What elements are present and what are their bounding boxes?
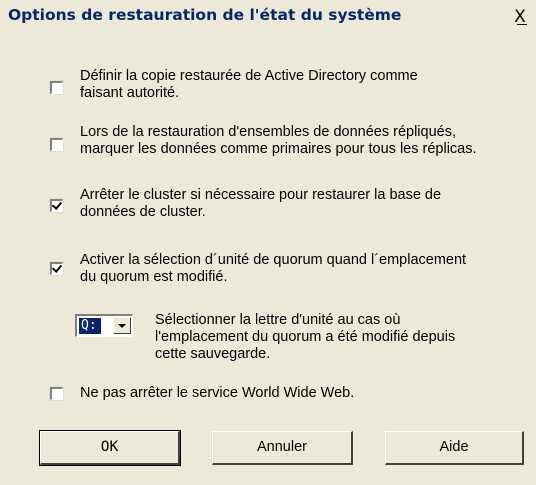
checkbox-quorum-drive-selection[interactable] <box>50 262 63 275</box>
quorum-drive-select[interactable]: Q: <box>75 314 133 337</box>
close-button[interactable]: X <box>508 7 532 27</box>
label-line: Définir la copie restaurée de Active Dir… <box>80 68 418 84</box>
label-line: faisant autorité. <box>80 85 180 101</box>
quorum-drive-value: Q: <box>79 318 101 334</box>
checkbox-authoritative-restore[interactable] <box>50 81 63 94</box>
label-line: du quorum est modifié. <box>80 269 228 285</box>
restore-options-dialog: Options de restauration de l'état du sys… <box>0 0 536 485</box>
cancel-button[interactable]: Annuler <box>212 431 353 465</box>
option-mark-primary-replicas-label: Lors de la restauration d'ensembles de d… <box>80 124 536 158</box>
option-stop-cluster-label: Arrêter le cluster si nécessaire pour re… <box>80 187 536 221</box>
label-line: Activer la sélection d´unité de quorum q… <box>80 252 467 268</box>
label-line: Arrêter le cluster si nécessaire pour re… <box>80 187 442 203</box>
description-line: Sélectionner la lettre d'unité au cas où <box>155 312 401 328</box>
option-quorum-drive-selection-label: Activer la sélection d´unité de quorum q… <box>80 252 536 286</box>
help-button[interactable]: Aide <box>385 431 524 465</box>
label-line: Lors de la restauration d'ensembles de d… <box>80 124 456 140</box>
option-authoritative-restore-label: Définir la copie restaurée de Active Dir… <box>80 68 536 102</box>
label-line: Ne pas arrêter le service World Wide Web… <box>80 385 355 401</box>
dialog-title: Options de restauration de l'état du sys… <box>8 6 402 24</box>
chevron-down-icon[interactable] <box>113 317 131 334</box>
option-keep-www-service-label: Ne pas arrêter le service World Wide Web… <box>80 385 536 402</box>
ok-button[interactable]: OK <box>39 430 181 466</box>
checkbox-mark-primary-replicas[interactable] <box>50 138 63 151</box>
checkbox-keep-www-service[interactable] <box>50 387 63 400</box>
description-line: cette sauvegarde. <box>155 346 271 362</box>
description-line: l'emplacement du quorum a été modifié de… <box>155 329 456 345</box>
label-line: données de cluster. <box>80 204 206 220</box>
quorum-drive-description: Sélectionner la lettre d'unité au cas où… <box>155 312 515 363</box>
title-bar: Options de restauration de l'état du sys… <box>0 0 536 32</box>
label-line: marquer les données comme primaires pour… <box>80 141 477 157</box>
checkbox-stop-cluster[interactable] <box>50 199 63 212</box>
